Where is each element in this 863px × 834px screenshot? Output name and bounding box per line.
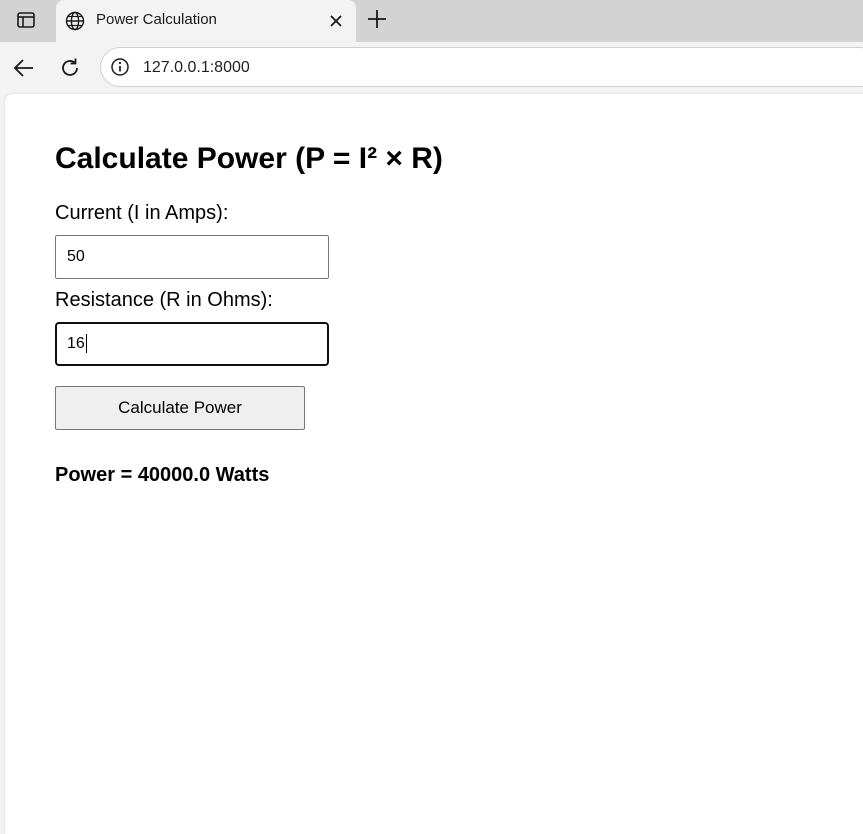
text-caret [85,334,87,354]
current-input[interactable]: 50 [55,235,329,279]
resistance-input[interactable]: 16 [55,322,329,366]
back-arrow-icon[interactable] [12,56,36,80]
browser-toolbar: 127.0.0.1:8000 [0,42,863,94]
globe-icon [65,11,85,31]
tab-strip: Power Calculation [0,0,863,42]
tab-actions-button[interactable] [8,6,44,34]
address-bar[interactable]: 127.0.0.1:8000 [100,47,863,87]
tab-title: Power Calculation [96,11,217,28]
resistance-label: Resistance (R in Ohms): [55,289,273,311]
close-tab-icon[interactable] [326,11,346,31]
url-text: 127.0.0.1:8000 [143,59,250,76]
current-input-value: 50 [67,248,85,265]
current-label: Current (I in Amps): [55,202,229,224]
page-title: Calculate Power (P = I² × R) [55,142,443,175]
page-content: Calculate Power (P = I² × R) Current (I … [5,94,863,834]
tab-actions-icon [17,12,35,28]
browser-tab[interactable]: Power Calculation [56,0,356,42]
site-info-icon[interactable] [110,57,130,77]
power-result: Power = 40000.0 Watts [55,464,270,486]
resistance-input-value: 16 [67,335,85,352]
new-tab-icon[interactable] [366,8,388,30]
reload-icon[interactable] [58,56,82,80]
calculate-power-button[interactable]: Calculate Power [55,386,305,430]
